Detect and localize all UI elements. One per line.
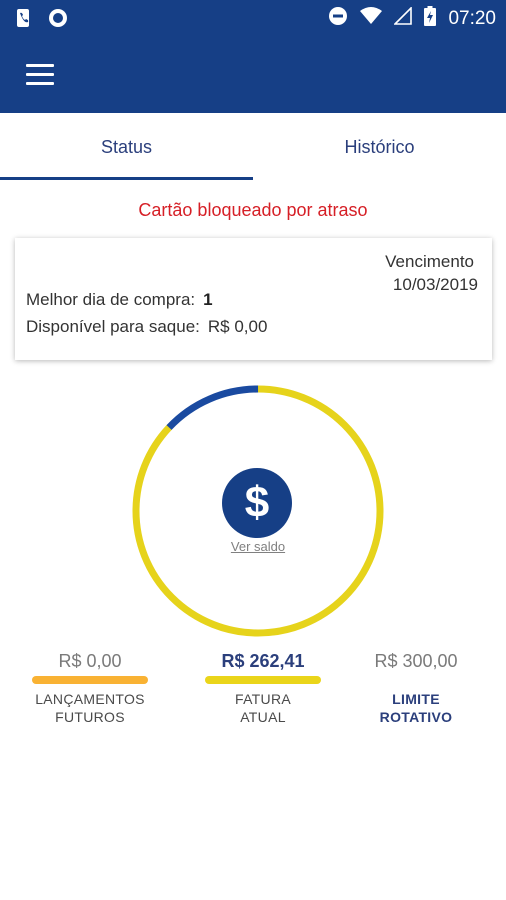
withdraw-value: R$ 0,00 [207,317,268,336]
future-charges-label-line1: LANÇAMENTOS [35,691,145,707]
best-day-label: Melhor dia de compra: [26,290,196,309]
best-day-row: Melhor dia de compra: 1 [26,290,213,310]
due-date-value: 10/03/2019 [392,275,478,294]
revolving-limit-amount: R$ 300,00 [374,651,458,671]
revolving-limit-label-line1: LIMITE [392,691,440,707]
revolving-limit-summary: R$ 300,00 LIMITE ROTATIVO [346,650,486,726]
status-bar: 07:20 [0,0,506,36]
current-bill-amount: R$ 262,41 [221,651,305,671]
future-charges-bar [32,676,148,684]
tab-historico[interactable]: Histórico [253,113,506,181]
blocked-card-alert: Cartão bloqueado por atraso [138,200,368,220]
circle-notification-icon [48,8,68,33]
see-balance-link[interactable]: Ver saldo [0,539,506,554]
clock-time: 07:20 [448,7,496,29]
tab-status[interactable]: Status [0,113,253,181]
phone-notification-icon [16,8,30,33]
dollar-icon[interactable]: $ [222,468,292,538]
withdraw-label: Disponível para saque: [26,317,200,336]
app-bar [0,36,506,113]
withdraw-row: Disponível para saque: R$ 0,00 [26,317,267,337]
revolving-limit-spacer [358,676,474,684]
card-info-panel: Vencimento 10/03/2019 Melhor dia de comp… [15,238,492,360]
current-bill-summary: R$ 262,41 FATURA ATUAL [193,650,333,726]
best-day-value: 1 [203,290,213,309]
current-bill-label-line2: ATUAL [240,709,286,725]
due-date-label: Vencimento [385,252,474,271]
revolving-limit-label-line2: ROTATIVO [379,709,453,725]
tab-bar: Status Histórico [0,113,506,181]
future-charges-summary: R$ 0,00 LANÇAMENTOS FUTUROS [20,650,160,726]
battery-charging-icon [424,6,437,31]
signal-icon [393,6,413,30]
current-bill-label-line1: FATURA [235,691,291,707]
wifi-icon [360,7,383,30]
tab-indicator [0,177,253,180]
future-charges-amount: R$ 0,00 [58,651,122,671]
hamburger-menu-icon[interactable] [26,64,54,86]
current-bill-bar [205,676,321,684]
do-not-disturb-icon [328,6,348,31]
future-charges-label-line2: FUTUROS [55,709,125,725]
